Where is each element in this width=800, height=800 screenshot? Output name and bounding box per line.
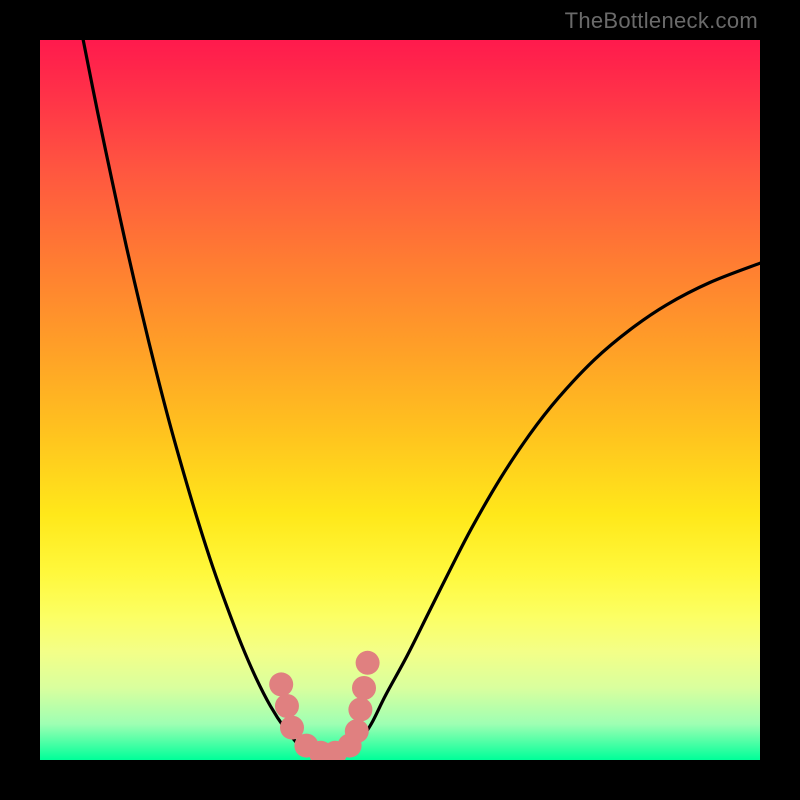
line-layer	[83, 40, 760, 746]
curve-left-branch	[83, 40, 299, 746]
highlight-dot	[345, 719, 369, 743]
watermark-text: TheBottleneck.com	[565, 8, 758, 34]
chart-frame: TheBottleneck.com	[0, 0, 800, 800]
curve-right-branch	[357, 263, 760, 745]
highlight-dot	[352, 676, 376, 700]
highlight-dot	[269, 672, 293, 696]
chart-svg	[40, 40, 760, 760]
plot-area	[40, 40, 760, 760]
highlight-dot	[348, 698, 372, 722]
highlight-dot	[356, 651, 380, 675]
highlight-dot	[275, 694, 299, 718]
dot-layer	[269, 651, 379, 760]
